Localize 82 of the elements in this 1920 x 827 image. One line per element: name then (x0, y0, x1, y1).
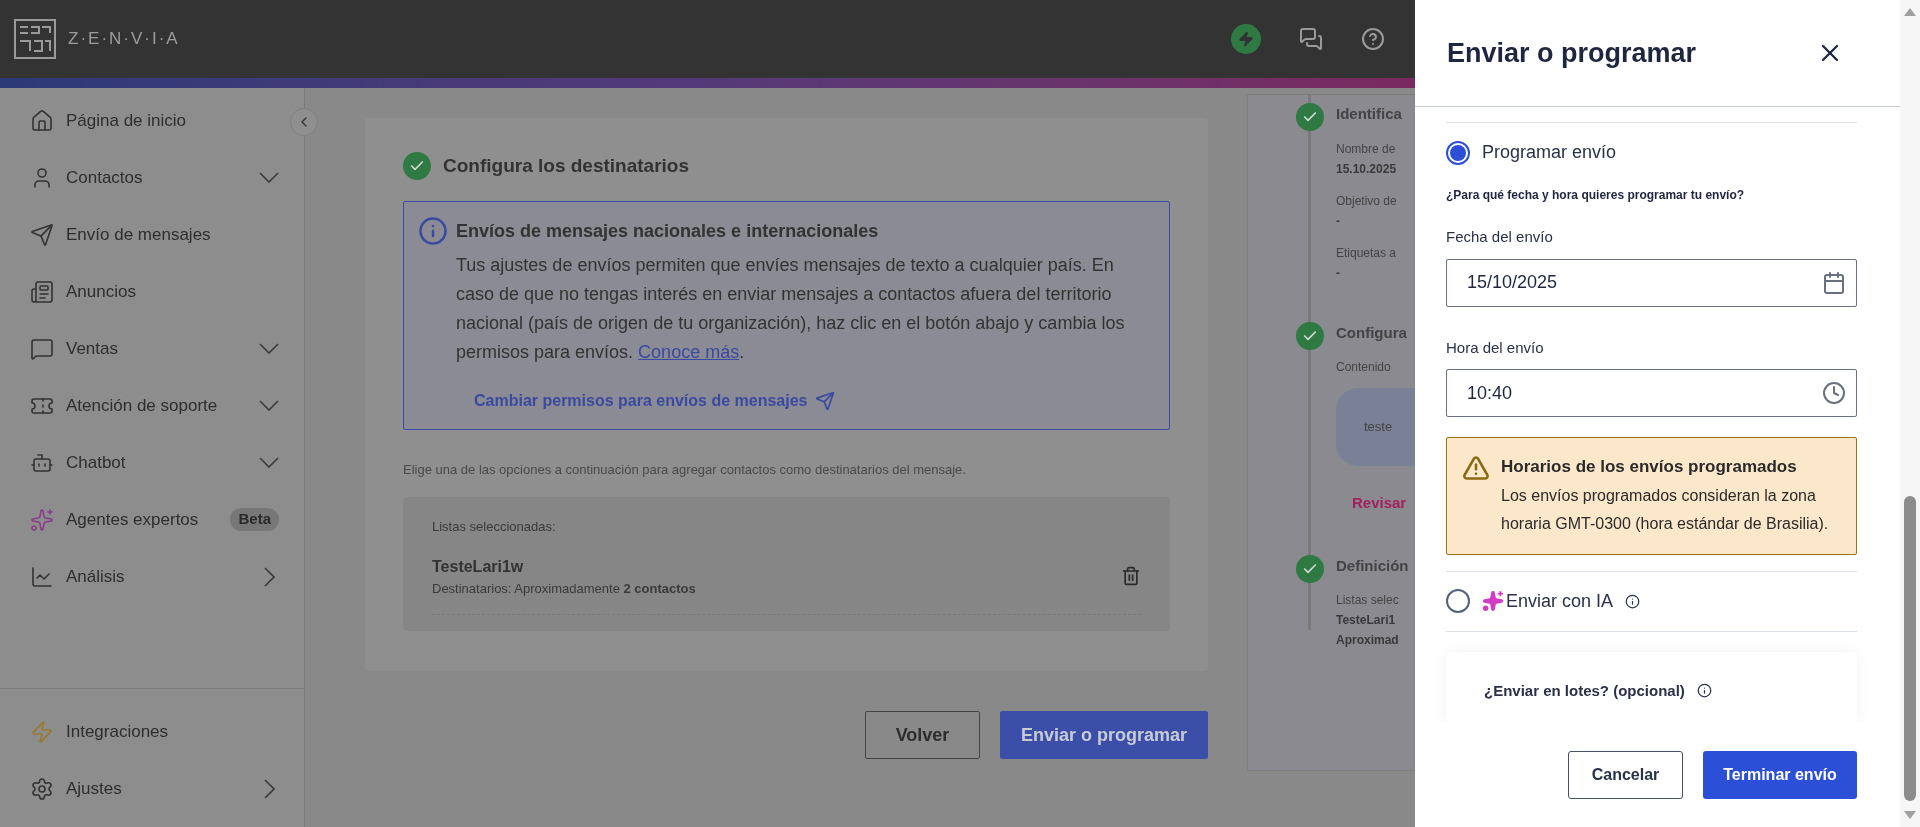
sidebar-item[interactable]: Atención de soporte (0, 377, 285, 434)
chat-help-icon[interactable] (1299, 27, 1323, 51)
primary-button[interactable]: Terminar envío (1703, 750, 1857, 799)
logo-text: Z·E·N·V·I·A (68, 28, 180, 51)
chevron-down-icon (259, 172, 279, 183)
calendar-icon[interactable] (1822, 270, 1846, 295)
field-value: TesteLari1 (1336, 612, 1397, 629)
sidebar-item[interactable]: Ventas (0, 320, 285, 377)
lightning-button[interactable] (1231, 24, 1261, 54)
secondary-button[interactable]: Cancelar (1568, 750, 1683, 799)
help-icon[interactable] (1361, 27, 1385, 51)
field-value: 15.10.2025 (1336, 160, 1398, 178)
chevron-down-icon (259, 457, 279, 468)
secondary-button[interactable]: Volver (865, 711, 980, 759)
newspaper-icon (30, 279, 54, 304)
send-icon (30, 222, 54, 247)
bubble-text: teste (1364, 418, 1393, 437)
field-label: Hora del envío (1446, 337, 1545, 358)
field-value: - (1336, 264, 1341, 282)
step-title: Definición (1336, 555, 1409, 576)
logo-icon (14, 19, 56, 59)
field-value: Aproximad (1336, 632, 1400, 649)
notice-text: Tus ajustes de envíos permiten que envíes mensajes de texto a cualquier país. En caso de que no tengas interés en enviar mensajes a contactos afuera del territorio nacional (país de origen de tu organización), haz clic en el botón abajo y cambia los permisos para envíos. Conoce más. (456, 253, 1126, 364)
line-chart-icon (30, 564, 54, 589)
primary-button[interactable]: Enviar o programar (1000, 711, 1208, 759)
sidebar-item[interactable]: Análisis (0, 548, 285, 605)
info-icon[interactable] (1696, 683, 1712, 699)
home-icon (30, 108, 54, 133)
field-label: Contenido (1336, 359, 1392, 376)
sparkles-icon (1482, 590, 1504, 612)
sidebar-item[interactable]: Chatbot (0, 434, 285, 491)
step-title: Identifica (1336, 104, 1402, 124)
clock-icon[interactable] (1822, 381, 1846, 405)
field-label: Objetivo de (1336, 192, 1398, 210)
chevron-right-icon (264, 566, 275, 587)
radio-button[interactable] (1446, 140, 1470, 165)
time-field[interactable]: 10:40 (1446, 369, 1857, 417)
batch-title: ¿Enviar en lotes? (opcional) (1484, 680, 1685, 701)
chevron-down-icon (259, 343, 279, 354)
card-title: Configura los destinatarios (443, 154, 689, 178)
lightning-icon (30, 719, 54, 744)
helper-text: Elige una de las opciones a continuación para agregar contactos como destinatarios del mensaje. (403, 460, 967, 479)
change-permissions-link[interactable]: Cambiar permisos para envíos de mensajes (474, 388, 836, 413)
sidebar-item[interactable]: Ajustes (0, 760, 285, 817)
field-label: Nombre de (1336, 140, 1397, 158)
sidebar-item[interactable]: Envío de mensajes (0, 206, 285, 263)
send-icon (815, 390, 836, 411)
sidebar-item[interactable]: Contactos (0, 149, 285, 206)
sidebar-item[interactable]: Página de inicio (0, 92, 285, 149)
radio-button[interactable] (1446, 589, 1470, 613)
list-name: TesteLari1w (432, 556, 525, 577)
list-detail: Destinatarios: Aproximadamente 2 contactos (432, 579, 696, 598)
scrollbar[interactable] (1900, 0, 1920, 827)
field-label: Fecha del envío (1446, 227, 1554, 247)
option-label: Programar envío (1482, 141, 1617, 164)
field-value: - (1336, 212, 1341, 230)
info-icon[interactable] (1625, 593, 1641, 609)
option-label: Enviar con IA (1506, 589, 1614, 613)
warning-text: Los envíos programados consideran la zona horaria GMT-0300 (hora estándar de Brasilia). (1501, 485, 1830, 534)
speech-bubble-icon (30, 336, 54, 361)
step-title: Configura (1336, 322, 1408, 343)
sidebar-item[interactable]: Agentes expertos Beta (0, 491, 285, 548)
warning-icon (1461, 454, 1491, 482)
chevron-down-icon (259, 400, 279, 411)
notice-title: Envíos de mensajes nacionales e internacionales (456, 219, 880, 243)
field-label: Listas selec (1336, 592, 1400, 609)
lightning-icon (1238, 31, 1254, 47)
warning-title: Horarios de los envíos programados (1501, 456, 1798, 478)
field-label: Etiquetas a (1336, 244, 1398, 262)
lists-label: Listas seleccionadas: (432, 518, 557, 536)
schedule-question: ¿Para qué fecha y hora quieres programar tu envío? (1446, 187, 1746, 204)
date-field[interactable]: 15/10/2025 (1446, 258, 1857, 307)
beta-badge: Beta (230, 508, 279, 531)
settings-icon (30, 776, 54, 801)
learn-more-link[interactable]: Conoce más (638, 341, 740, 362)
sparkles-icon (30, 507, 54, 532)
chevron-right-icon (264, 778, 275, 799)
sidebar-item[interactable]: Integraciones (0, 703, 285, 760)
sidebar-item[interactable]: Anuncios (0, 263, 285, 320)
drawer-title: Enviar o programar (1447, 36, 1697, 70)
trash-icon[interactable] (1121, 566, 1141, 587)
info-icon (418, 215, 448, 246)
